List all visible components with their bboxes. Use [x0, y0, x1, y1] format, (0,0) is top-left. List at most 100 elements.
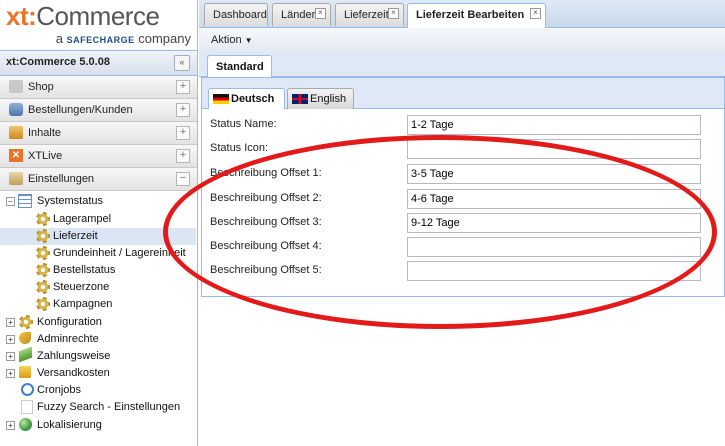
offset-2-input[interactable] — [407, 189, 701, 209]
tree-item-bestellstatus[interactable]: Bestellstatus — [0, 262, 197, 279]
close-icon[interactable]: × — [315, 8, 326, 19]
field-label: Beschreibung Offset 2: — [210, 192, 322, 204]
tree-expand-icon[interactable]: + — [6, 335, 15, 344]
gear-icon — [36, 212, 50, 226]
table-icon — [18, 194, 32, 208]
tree-item-cronjobs[interactable]: Cronjobs — [0, 382, 197, 399]
shop-icon — [9, 80, 23, 93]
expand-icon[interactable]: + — [176, 126, 190, 140]
form-row-offset-4: Beschreibung Offset 4: — [210, 237, 720, 258]
offset-3-input[interactable] — [407, 213, 701, 233]
tree-item-label: Kampagnen — [53, 298, 113, 310]
sidebar-header: xt:Commerce 5.0.08 « — [0, 50, 197, 76]
form-row-offset-1: Beschreibung Offset 1: — [210, 164, 720, 185]
tree-item-label: Konfiguration — [37, 316, 102, 328]
field-label: Status Name: — [210, 118, 277, 130]
tab-label: Standard — [216, 61, 264, 73]
close-icon[interactable]: × — [388, 8, 399, 19]
sidebar-section-orders[interactable]: Bestellungen/Kunden + — [0, 99, 197, 122]
sidebar-section-shop[interactable]: Shop + — [0, 76, 197, 99]
tree-expand-icon[interactable]: + — [6, 421, 15, 430]
tree-expand-icon[interactable]: + — [6, 352, 15, 361]
tab-dashboard[interactable]: Dashboard — [204, 3, 268, 26]
field-label: Beschreibung Offset 5: — [210, 264, 322, 276]
form-row-status-name: Status Name: — [210, 115, 720, 136]
tab-language-english[interactable]: English — [287, 88, 354, 109]
tree-item-versandkosten[interactable]: + Versandkosten — [0, 365, 197, 382]
collapse-sidebar-button[interactable]: « — [174, 55, 190, 71]
sidebar-section-content[interactable]: Inhalte + — [0, 122, 197, 145]
status-icon-input[interactable] — [407, 139, 701, 159]
clock-icon — [21, 383, 34, 396]
uk-flag-icon — [292, 94, 308, 104]
tree-item-konfiguration[interactable]: + Konfiguration — [0, 314, 197, 331]
document-icon — [21, 400, 33, 414]
tab-laender[interactable]: Länder × — [272, 3, 331, 26]
sidebar: xt:Commerce a SAFECHARGE company xt:Comm… — [0, 0, 198, 446]
sidebar-section-xtlive[interactable]: ✕ XTLive + — [0, 145, 197, 168]
tree-item-label: Cronjobs — [37, 384, 82, 396]
field-label: Beschreibung Offset 4: — [210, 240, 322, 252]
tree-item-label: Zahlungsweise — [37, 350, 111, 362]
cart-icon — [9, 103, 23, 116]
tree-item-label: Systemstatus — [37, 195, 104, 207]
gear-icon — [36, 297, 50, 311]
tree-item-kampagnen[interactable]: Kampagnen — [0, 296, 197, 313]
key-icon — [19, 332, 31, 344]
form-row-status-icon: Status Icon: — [210, 139, 720, 160]
logo-title: xt:Commerce — [6, 1, 160, 32]
offset-1-input[interactable] — [407, 164, 701, 184]
sidebar-section-settings[interactable]: Einstellungen − — [0, 168, 197, 191]
tab-label: Dashboard — [213, 9, 267, 21]
sidebar-section-label: Inhalte — [28, 127, 62, 139]
field-label: Beschreibung Offset 1: — [210, 167, 322, 179]
tree-item-label: Lieferzeit — [53, 230, 98, 242]
logo-sub-prefix: a — [55, 31, 63, 46]
form-row-offset-5: Beschreibung Offset 5: — [210, 261, 720, 282]
tab-language-deutsch[interactable]: Deutsch — [208, 88, 285, 110]
main-area: Dashboard Länder × Lieferzeit × Lieferze… — [199, 0, 725, 446]
logo-sub-suffix: company — [138, 31, 191, 46]
tree-item-label: Steuerzone — [53, 281, 110, 293]
sidebar-section-label: Bestellungen/Kunden — [28, 104, 133, 116]
tab-standard[interactable]: Standard — [207, 55, 272, 77]
expand-icon[interactable]: + — [176, 149, 190, 163]
offset-4-input[interactable] — [407, 237, 701, 257]
tab-bar: Dashboard Länder × Lieferzeit × Lieferze… — [199, 0, 725, 28]
status-name-input[interactable] — [407, 115, 701, 135]
tree-expand-icon[interactable]: + — [6, 369, 15, 378]
expand-icon[interactable]: + — [176, 80, 190, 94]
form-row-offset-3: Beschreibung Offset 3: — [210, 213, 720, 234]
tab-lieferzeit-bearbeiten[interactable]: Lieferzeit Bearbeiten × — [407, 3, 546, 28]
tree-item-lieferzeit[interactable]: Lieferzeit — [0, 228, 196, 245]
settings-icon — [9, 172, 23, 185]
tree-item-lagerampel[interactable]: Lagerampel — [0, 211, 197, 228]
logo-sub-brand: SAFECHARGE — [66, 35, 135, 45]
tree-collapse-icon[interactable]: − — [6, 197, 15, 206]
language-tab-bar: Deutsch English — [202, 86, 724, 110]
tree-item-lokalisierung[interactable]: + Lokalisierung — [0, 417, 197, 434]
version-label: xt:Commerce 5.0.08 — [6, 56, 110, 68]
action-label: Aktion — [211, 34, 242, 46]
offset-5-input[interactable] — [407, 261, 701, 281]
tree-item-label: Grundeinheit / Lagereinheit — [53, 247, 186, 259]
tree-item-fuzzy-search[interactable]: Fuzzy Search - Einstellungen — [0, 399, 197, 416]
gear-icon — [36, 246, 50, 260]
close-icon[interactable]: × — [530, 8, 541, 19]
tree-item-grundeinheit[interactable]: Grundeinheit / Lagereinheit — [0, 245, 197, 262]
tree-expand-icon[interactable]: + — [6, 318, 15, 327]
subtab-bar: Standard — [199, 52, 725, 77]
sidebar-section-label: Einstellungen — [28, 173, 95, 185]
tree-item-label: Versandkosten — [37, 367, 110, 379]
tree-item-systemstatus[interactable]: − Systemstatus — [0, 193, 197, 210]
tab-label: Lieferzeit — [344, 9, 389, 21]
tree-item-adminrechte[interactable]: + Adminrechte — [0, 331, 197, 348]
german-flag-icon — [213, 94, 229, 104]
tree-item-steuerzone[interactable]: Steuerzone — [0, 279, 197, 296]
toolbar: Aktion ▼ — [199, 28, 725, 53]
action-menu-button[interactable]: Aktion ▼ — [211, 34, 253, 46]
collapse-icon[interactable]: − — [176, 172, 190, 186]
tree-item-zahlungsweise[interactable]: + Zahlungsweise — [0, 346, 197, 365]
expand-icon[interactable]: + — [176, 103, 190, 117]
tab-lieferzeit[interactable]: Lieferzeit × — [335, 3, 404, 26]
